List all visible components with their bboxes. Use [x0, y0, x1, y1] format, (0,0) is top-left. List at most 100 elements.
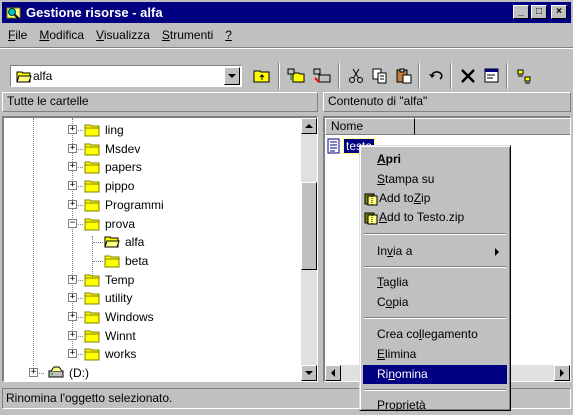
tree-item-label: pippo	[105, 179, 135, 194]
menu-bar: File Modifica Visualizza Strumenti ?	[2, 25, 238, 45]
large-icons-button[interactable]	[512, 64, 536, 88]
paste-button[interactable]	[392, 64, 416, 88]
menu-text: tampa su	[385, 172, 435, 186]
menu-item-taglia[interactable]: Taglia	[363, 273, 507, 292]
menu-item-apri[interactable]: Apri	[363, 150, 507, 169]
scroll-right-button[interactable]	[554, 365, 570, 381]
menu-modifica-mnemonic: M	[39, 28, 50, 42]
tree-item-pippo[interactable]: pippo	[84, 177, 135, 195]
expand-icon[interactable]: +	[68, 312, 77, 321]
menu-help[interactable]: ?	[219, 28, 238, 42]
menu-strumenti[interactable]: Strumenti	[156, 28, 219, 42]
menu-separator	[364, 266, 506, 268]
tree-item-beta[interactable]: beta	[104, 252, 149, 270]
column-header-nome[interactable]: Nome	[325, 118, 415, 135]
cut-icon	[349, 68, 363, 83]
folder-icon	[84, 180, 100, 193]
expand-icon[interactable]: +	[68, 349, 77, 359]
address-dropdown-button[interactable]	[224, 67, 240, 85]
maximize-button[interactable]: □	[531, 5, 547, 19]
menu-modifica[interactable]: Modifica	[33, 28, 90, 42]
tree-item-windows[interactable]: Windows	[84, 308, 155, 326]
explorer-app-icon[interactable]	[6, 5, 22, 21]
tree-item-label: Programmi	[105, 197, 164, 212]
tree-item-ling[interactable]: ling	[84, 121, 125, 139]
menu-text: omina	[395, 367, 428, 381]
menu-visualizza[interactable]: Visualizza	[90, 28, 156, 42]
menu-mnemonic: E	[377, 347, 386, 361]
scroll-left-button[interactable]	[325, 365, 341, 381]
menu-item-add-to-zip[interactable]: Add to Zip	[363, 189, 507, 208]
disconnect-drive-button[interactable]	[310, 64, 334, 88]
tree-item-programmi[interactable]: Programmi	[84, 196, 165, 214]
menu-text: legamento	[421, 327, 478, 341]
tree-item-temp[interactable]: Temp	[84, 271, 135, 289]
tree-item-label: Windows	[105, 310, 154, 324]
menu-item-rinomina[interactable]: Rinomina	[363, 365, 507, 384]
expand-icon[interactable]: +	[68, 274, 77, 284]
open-folder-icon	[104, 236, 120, 248]
text-file-icon	[327, 138, 340, 154]
cut-button[interactable]	[344, 64, 368, 88]
menu-text: Add to	[379, 191, 414, 205]
expand-icon[interactable]: +	[68, 125, 77, 134]
folder-icon	[84, 143, 100, 156]
menu-item-add-to-testo-zip[interactable]: Add to Testo.zip	[363, 208, 507, 227]
collapse-icon[interactable]: −	[68, 218, 77, 228]
tree-item-label: works	[105, 347, 137, 362]
tree-pane-header: Tutte le cartelle	[2, 92, 318, 112]
expand-icon[interactable]: +	[68, 199, 77, 209]
menu-item-invia-a[interactable]: Invia a	[363, 242, 507, 261]
title-bar[interactable]: Gestione risorse - alfa _ □ ×	[2, 2, 571, 23]
chevron-down-icon	[228, 74, 236, 78]
menu-text: ip	[421, 191, 431, 205]
menu-item-copia[interactable]: Copia	[363, 293, 507, 312]
expand-icon[interactable]: +	[68, 293, 77, 303]
menu-text: aglia	[383, 275, 409, 289]
paste-icon	[396, 68, 412, 84]
tree-item-label: Winnt	[105, 328, 136, 343]
copy-button[interactable]	[368, 64, 392, 88]
window-title: Gestione risorse - alfa	[26, 5, 163, 20]
undo-button[interactable]	[424, 64, 448, 88]
close-icon: ×	[556, 6, 562, 17]
expand-icon[interactable]: +	[68, 143, 77, 153]
up-folder-icon	[253, 70, 270, 83]
map-drive-button[interactable]	[284, 64, 308, 88]
tree-vertical-scrollbar[interactable]	[301, 118, 317, 381]
tree-item-label: prova	[105, 216, 136, 231]
menu-item-crea-collegamento[interactable]: Crea collegamento	[363, 325, 507, 344]
folder-icon	[84, 218, 100, 230]
tree-item-d[interactable]: (D:)	[48, 364, 90, 381]
tree-item-msdev[interactable]: Msdev	[84, 140, 141, 158]
arrow-down-icon	[305, 371, 313, 375]
menu-file[interactable]: File	[2, 28, 33, 42]
close-button[interactable]: ×	[551, 5, 567, 19]
address-combo[interactable]: alfa	[10, 65, 242, 87]
toolbar: alfa	[0, 47, 573, 89]
menu-item-proprieta[interactable]: Proprietà	[363, 396, 507, 415]
tree-item-winnt[interactable]: Winnt	[84, 327, 137, 345]
delete-button[interactable]	[456, 64, 480, 88]
toolbar-separator	[506, 63, 508, 89]
menu-item-stampa-su[interactable]: Stampa su	[363, 170, 507, 189]
tree-item-papers[interactable]: papers	[84, 158, 143, 176]
tree-scroll-thumb[interactable]	[301, 182, 317, 270]
folder-tree[interactable]: + ling + Msdev + papers + pippo + Programmi − prova…	[2, 116, 318, 382]
tree-item-works[interactable]: works	[84, 345, 137, 363]
expand-icon[interactable]: +	[68, 330, 77, 340]
expand-icon[interactable]: +	[29, 368, 38, 378]
menu-item-elimina[interactable]: Elimina	[363, 345, 507, 364]
tree-item-prova[interactable]: prova	[84, 215, 136, 233]
menu-separator	[364, 233, 506, 235]
minimize-button[interactable]: _	[513, 5, 529, 19]
tree-item-utility[interactable]: utility	[84, 289, 133, 307]
properties-button[interactable]	[480, 64, 504, 88]
expand-icon[interactable]: +	[68, 181, 77, 191]
tree-scroll-up-button[interactable]	[301, 118, 317, 134]
tree-scroll-down-button[interactable]	[301, 365, 317, 381]
tree-item-alfa[interactable]: alfa	[104, 233, 145, 251]
expand-icon[interactable]: +	[68, 162, 77, 172]
up-folder-button[interactable]	[250, 64, 274, 88]
menu-text: dd to Testo.zip	[387, 210, 465, 224]
